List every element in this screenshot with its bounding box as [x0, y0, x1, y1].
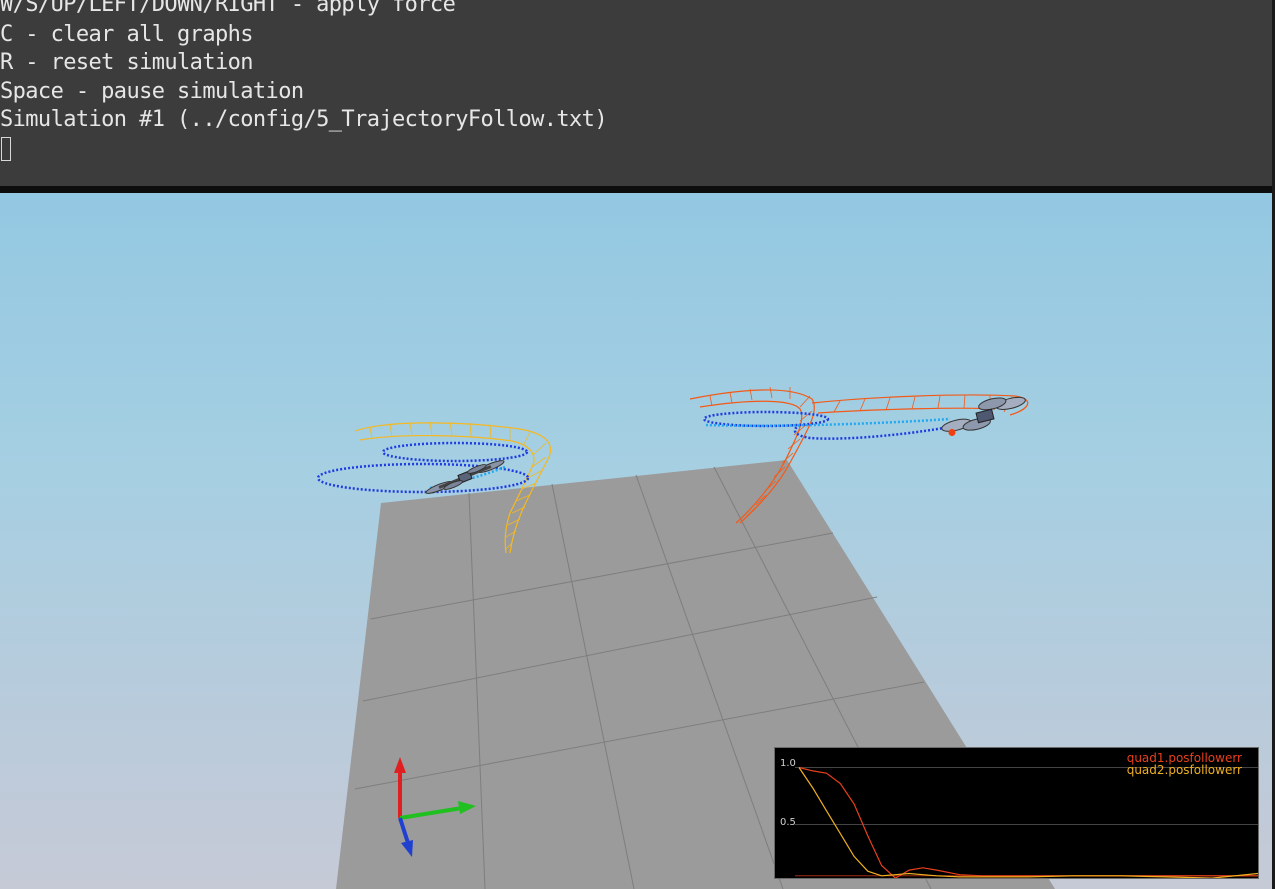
terminal-cursor[interactable]: [1, 137, 11, 161]
position-follow-error-graph[interactable]: 1.0 0.5 quad1.posfollowerr quad2.posfoll…: [774, 747, 1259, 879]
series-quad2-line: [798, 767, 1258, 878]
window-separator: [0, 186, 1272, 193]
terminal-help-pause: Space - pause simulation: [0, 79, 304, 104]
simulation-viewport[interactable]: 1.0 0.5 quad1.posfollowerr quad2.posfoll…: [0, 193, 1272, 889]
quadcopter-icon[interactable]: [938, 391, 1030, 438]
terminal-panel[interactable]: W/S/UP/LEFT/DOWN/RIGHT - apply force C -…: [0, 0, 1272, 186]
y-tick-1-0: 1.0: [780, 758, 796, 769]
terminal-simulation-status: Simulation #1 (../config/5_TrajectoryFol…: [0, 107, 608, 132]
quad1-trajectory: [702, 410, 961, 440]
terminal-help-force: W/S/UP/LEFT/DOWN/RIGHT - apply force: [0, 0, 456, 17]
terminal-help-clear: C - clear all graphs: [0, 22, 254, 47]
y-tick-0-5: 0.5: [780, 817, 796, 828]
terminal-help-reset: R - reset simulation: [0, 50, 254, 75]
series-quad1-line: [798, 766, 1258, 878]
legend-quad2: quad2.posfollowerr: [1126, 763, 1242, 777]
